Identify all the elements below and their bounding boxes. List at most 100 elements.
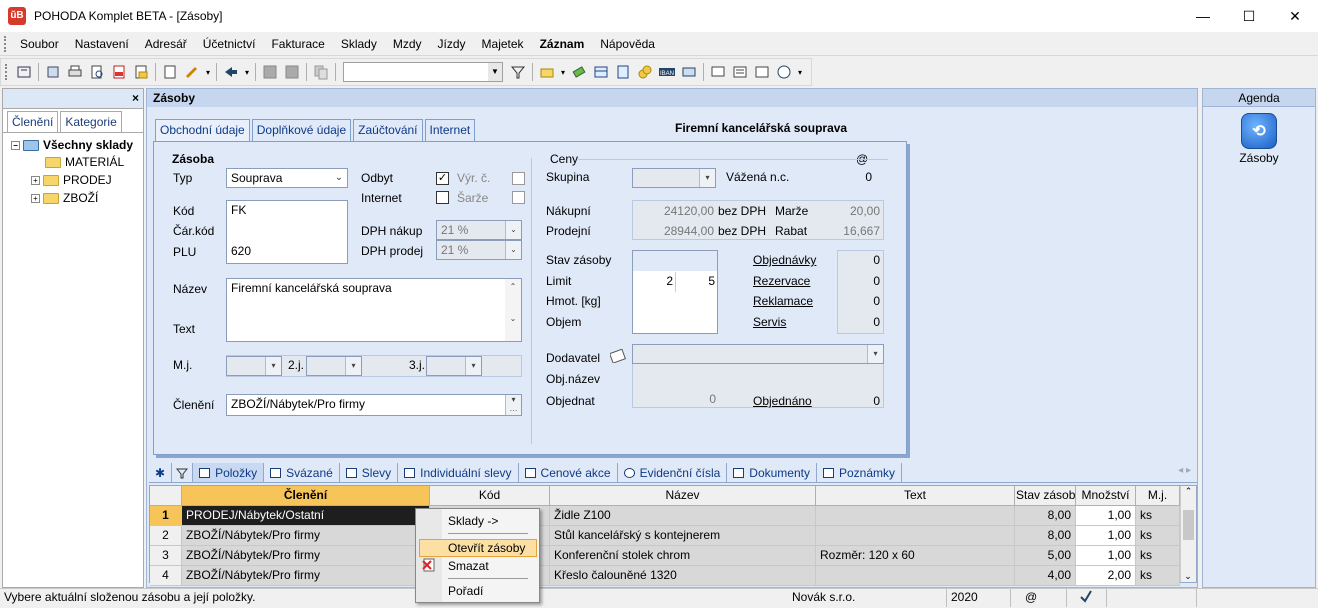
minimize-button[interactable]: — [1180, 0, 1226, 32]
column-header-mj[interactable]: M.j. [1136, 486, 1180, 506]
menu-majetek[interactable]: Majetek [474, 33, 532, 55]
table-row[interactable]: 1 PRODEJ/Nábytek/Ostatní Židle Z100 8,00… [150, 506, 1180, 526]
column-header-text[interactable]: Text [816, 486, 1015, 506]
cell-cleneni[interactable]: PRODEJ/Nábytek/Ostatní [182, 506, 430, 526]
calculator-icon[interactable] [613, 62, 633, 82]
column-header-cleneni[interactable]: Členění [182, 486, 430, 506]
table-icon[interactable] [591, 62, 611, 82]
column-filter-icon[interactable] [508, 62, 528, 82]
tab-obchodni-udaje[interactable]: Obchodní údaje [155, 119, 250, 141]
cell-mnozstvi[interactable]: 2,00 [1076, 566, 1136, 586]
cell-mj[interactable]: ks [1136, 526, 1180, 546]
menu-nastaveni[interactable]: Nastavení [67, 33, 137, 55]
tab-cleneni[interactable]: Členění [7, 111, 59, 132]
tab-internet[interactable]: Internet [424, 119, 476, 141]
menu-zaznam[interactable]: Záznam [532, 33, 593, 55]
scroll-thumb[interactable] [1183, 510, 1194, 540]
edit-pen-icon[interactable] [182, 62, 202, 82]
tree-item-prodej[interactable]: + PRODEJ [31, 173, 112, 187]
scroll-down-icon[interactable]: ⌄ [1181, 571, 1195, 582]
nazev-textarea[interactable]: Firemní kancelářská souprava ⌃ ⌄ [226, 278, 522, 342]
typ-select[interactable]: Souprava ⌄ [226, 168, 348, 188]
cell-cleneni[interactable]: ZBOŽÍ/Nábytek/Pro firmy [182, 566, 430, 586]
cell-stav[interactable]: 8,00 [1015, 526, 1076, 546]
tab-individualni-slevy[interactable]: Individuální slevy [398, 463, 519, 482]
tree-item-zbozi[interactable]: + ZBOŽÍ [31, 191, 98, 205]
rezervace-link[interactable]: Rezervace [753, 274, 810, 288]
close-window-button[interactable]: ✕ [1272, 0, 1318, 32]
menu-item-otevrit-zasoby[interactable]: Otevřít zásoby [448, 541, 525, 555]
card-icon[interactable] [679, 62, 699, 82]
internet-checkbox[interactable] [436, 191, 449, 204]
menu-soubor[interactable]: Soubor [12, 33, 67, 55]
menu-item-poradi[interactable]: Pořadí [448, 584, 483, 598]
cell-text[interactable]: Rozměr: 120 x 60 [816, 546, 1015, 566]
odbyt-checkbox[interactable]: ✓ [436, 172, 449, 185]
expand-icon[interactable]: + [31, 193, 40, 203]
zasoby-agenda-icon[interactable]: ⟲ [1241, 113, 1277, 149]
cleneni-select[interactable]: ZBOŽÍ/Nábytek/Pro firmy ▾… [226, 394, 522, 416]
back-dropdown-icon[interactable]: ▾ [243, 62, 251, 82]
cell-text[interactable] [816, 506, 1015, 526]
cell-cleneni[interactable]: ZBOŽÍ/Nábytek/Pro firmy [182, 546, 430, 566]
plu-input[interactable]: 620 [231, 244, 251, 258]
cell-mj[interactable]: ks [1136, 566, 1180, 586]
tab-svazane[interactable]: Svázané [264, 463, 340, 482]
tab-poznamky[interactable]: Poznámky [817, 463, 903, 482]
pdf-icon[interactable] [109, 62, 129, 82]
list-icon[interactable] [730, 62, 750, 82]
tab-kategorie[interactable]: Kategorie [60, 111, 122, 132]
message-icon[interactable] [708, 62, 728, 82]
scroll-up-icon[interactable]: ⌃ [1181, 486, 1196, 497]
cell-stav[interactable]: 5,00 [1015, 546, 1076, 566]
limit-max-input[interactable]: 5 [677, 274, 715, 288]
tab-scroll-arrows-icon[interactable]: ◂ ▸ [1172, 463, 1197, 482]
folder-icon[interactable] [537, 62, 557, 82]
tab-doplnkove-udaje[interactable]: Doplňkové údaje [251, 119, 352, 141]
menu-ucetnictvi[interactable]: Účetnictví [195, 33, 264, 55]
menu-mzdy[interactable]: Mzdy [385, 33, 430, 55]
menu-item-smazat[interactable]: Smazat [448, 559, 489, 573]
tab-polozky[interactable]: Položky [193, 463, 265, 482]
menu-sklady[interactable]: Sklady [333, 33, 385, 55]
cell-stav[interactable]: 8,00 [1015, 506, 1076, 526]
menu-item-sklady[interactable]: Sklady -> [448, 514, 498, 528]
limit-min-input[interactable]: 2 [635, 274, 673, 288]
print-preview-icon[interactable] [87, 62, 107, 82]
menu-jizdy[interactable]: Jízdy [430, 33, 474, 55]
column-header-nazev[interactable]: Název [550, 486, 816, 506]
tab-dokumenty[interactable]: Dokumenty [727, 463, 817, 482]
kod-input[interactable]: FK [231, 203, 246, 217]
tab-zauctovani[interactable]: Zaúčtování [353, 119, 423, 141]
menu-fakturace[interactable]: Fakturace [263, 33, 332, 55]
supplier-book-icon[interactable] [609, 348, 626, 364]
cell-mnozstvi[interactable]: 1,00 [1076, 506, 1136, 526]
quick-search-combo[interactable]: ▼ [343, 62, 503, 82]
maximize-button[interactable]: ☐ [1226, 0, 1272, 32]
print-icon[interactable] [65, 62, 85, 82]
coins-icon[interactable] [635, 62, 655, 82]
tab-evidencni-cisla[interactable]: Evidenční čísla [618, 463, 728, 482]
tab-filter-icon[interactable] [172, 463, 194, 482]
ellipsis-dropdown-icon[interactable]: ▾… [505, 395, 521, 415]
cell-nazev[interactable]: Křeslo čalouněné 1320 [550, 566, 816, 586]
tree-item-vsechny-sklady[interactable]: − Všechny sklady [11, 138, 133, 152]
email-icon[interactable] [131, 62, 151, 82]
cell-mj[interactable]: ks [1136, 506, 1180, 526]
column-header-stav-zasoby[interactable]: Stav zásoby [1015, 486, 1076, 506]
scroll-arrows-icon[interactable]: ⌃ ⌄ [505, 279, 521, 341]
dropdown-arrow-icon[interactable]: ▾ [204, 62, 212, 82]
cell-nazev[interactable]: Židle Z100 [550, 506, 816, 526]
tab-cenove-akce[interactable]: Cenové akce [519, 463, 618, 482]
table-row[interactable]: 3 ZBOŽÍ/Nábytek/Pro firmy Konferenční st… [150, 546, 1180, 566]
help-icon[interactable] [774, 62, 794, 82]
tree-item-material[interactable]: MATERIÁL [45, 155, 124, 169]
cell-mnozstvi[interactable]: 1,00 [1076, 526, 1136, 546]
reklamace-link[interactable]: Reklamace [753, 294, 813, 308]
agenda-item-label[interactable]: Zásoby [1203, 151, 1315, 165]
cell-mj[interactable]: ks [1136, 546, 1180, 566]
help-dropdown-icon[interactable]: ▾ [796, 62, 804, 82]
expand-icon[interactable]: + [31, 175, 40, 185]
grid-scrollbar[interactable]: ⌃ ⌄ [1180, 486, 1196, 582]
new-record-icon[interactable] [160, 62, 180, 82]
